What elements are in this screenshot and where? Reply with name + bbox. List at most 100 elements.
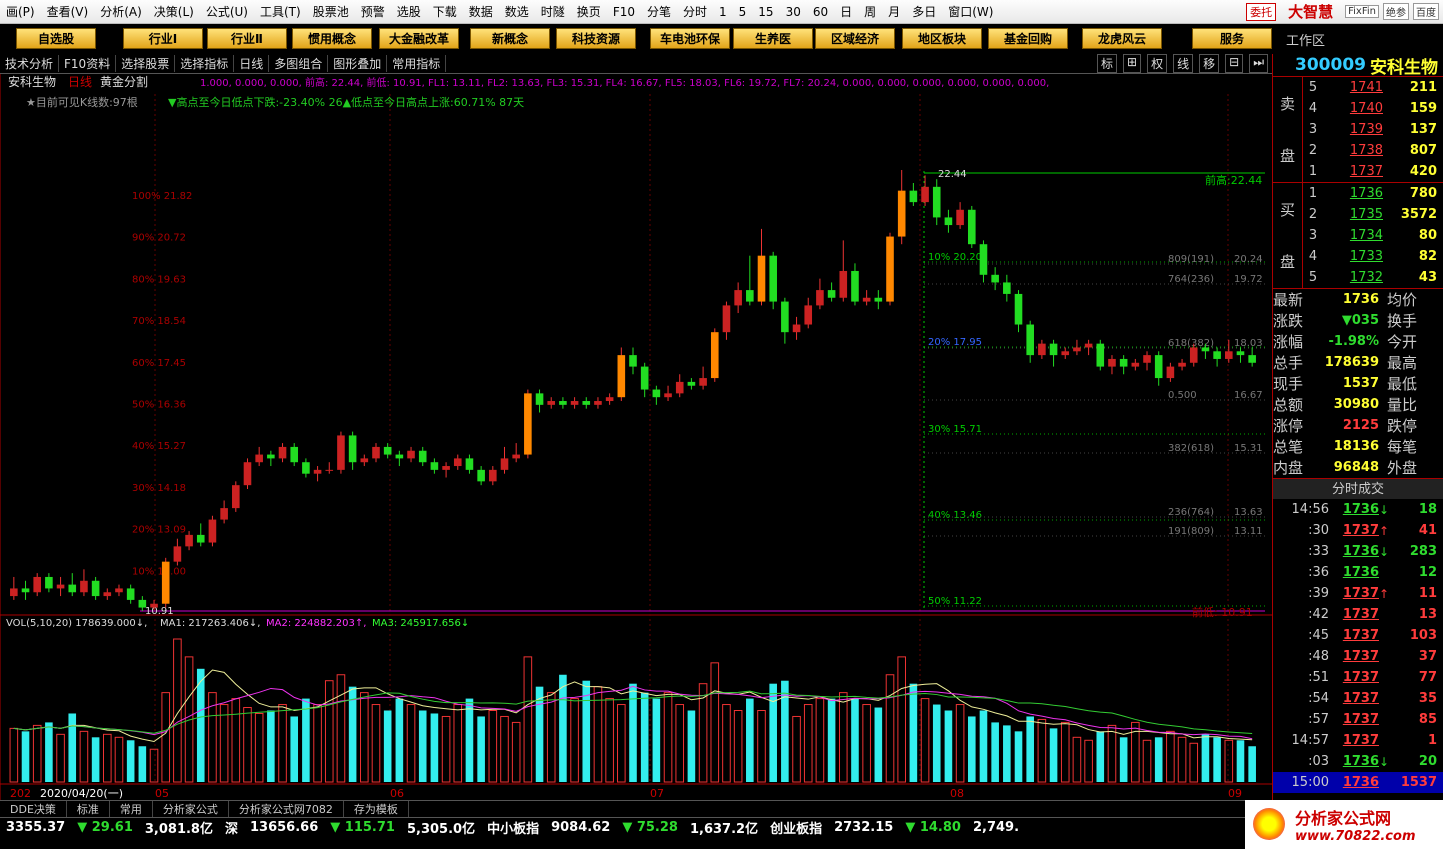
menu-item[interactable]: F10	[607, 5, 641, 19]
menu-item[interactable]: 60	[807, 5, 834, 19]
tick-row[interactable]: 14:57 1737 1	[1273, 730, 1443, 751]
menu-item[interactable]: 1	[713, 5, 733, 19]
toolbar-button[interactable]: 车电池环保	[650, 28, 730, 49]
menu-item[interactable]: 数据	[463, 3, 499, 20]
baidu-button[interactable]: 百度	[1413, 3, 1439, 20]
tick-row[interactable]: :54 1737 35	[1273, 688, 1443, 709]
bottom-tab[interactable]: 常用	[110, 801, 153, 817]
menu-item[interactable]: 分析(A)	[94, 3, 148, 20]
bottom-tab[interactable]: DDE决策	[0, 801, 67, 817]
toolbar-button[interactable]: 行业Ⅱ	[207, 28, 287, 49]
bottom-tab[interactable]: 标准	[67, 801, 110, 817]
subbar-item[interactable]: 多图组合	[269, 55, 329, 72]
tick-row[interactable]: :42 1737 13	[1273, 604, 1443, 625]
toolbar-button[interactable]: 基金回购	[988, 28, 1068, 49]
chart-tool-icon[interactable]: 标	[1097, 54, 1118, 73]
level-num: 2	[1308, 143, 1318, 158]
menu-item[interactable]: 分笔	[641, 3, 677, 20]
chart-tool-icon[interactable]: 移	[1199, 54, 1220, 73]
ticks-title[interactable]: 分时成交	[1273, 478, 1443, 499]
kline-chart-area[interactable]: 100% 21.82 90% 20.72 80% 19.63 70% 18.54 60%…	[0, 74, 1272, 800]
bottom-tab[interactable]: 存为模板	[344, 801, 409, 817]
menu-item[interactable]: 日	[834, 3, 858, 20]
subbar-item[interactable]: 技术分析	[0, 55, 60, 72]
menu-item[interactable]: 股票池	[307, 3, 355, 20]
tick-row[interactable]: :57 1737 85	[1273, 709, 1443, 730]
chart-tool-icon[interactable]: ⊞	[1123, 54, 1142, 73]
toolbar-button[interactable]: 区域经济	[815, 28, 895, 49]
subbar-item[interactable]: 日线	[234, 55, 270, 72]
toolbar-button[interactable]: 地区板块	[902, 28, 982, 49]
chart-tool-icon[interactable]: 线	[1173, 54, 1194, 73]
level-price[interactable]: 1736	[1323, 186, 1383, 201]
bottom-tab[interactable]: 分析家公式	[153, 801, 229, 817]
tick-row[interactable]: :03 1736 ↓ 20	[1273, 751, 1443, 772]
menu-item[interactable]: 公式(U)	[200, 3, 254, 20]
toolbar-button[interactable]: 服务	[1192, 28, 1272, 49]
level-price[interactable]: 1738	[1323, 143, 1383, 158]
volume-bar	[546, 692, 556, 783]
menu-item[interactable]: 月	[882, 3, 906, 20]
menu-item[interactable]: 多日	[906, 3, 942, 20]
menu-item[interactable]: 查看(V)	[41, 3, 95, 20]
tick-row[interactable]: :39 1737 ↑ 11	[1273, 583, 1443, 604]
menu-item[interactable]: 决策(L)	[148, 3, 200, 20]
menu-item[interactable]: 时隧	[535, 3, 571, 20]
subbar-item[interactable]: 选择指标	[175, 55, 235, 72]
menu-item[interactable]: 选股	[391, 3, 427, 20]
level-price[interactable]: 1739	[1323, 122, 1383, 137]
toolbar-button[interactable]: 龙虎风云	[1082, 28, 1162, 49]
menu-item[interactable]: 15	[752, 5, 779, 19]
tick-row[interactable]: :48 1737 37	[1273, 646, 1443, 667]
level-price[interactable]: 1734	[1323, 228, 1383, 243]
volume-bar	[1189, 742, 1199, 783]
subbar-item[interactable]: 图形叠加	[328, 55, 388, 72]
level-price[interactable]: 1741	[1323, 80, 1383, 95]
tick-row[interactable]: :45 1737 103	[1273, 625, 1443, 646]
toolbar-button[interactable]: 科技资源	[556, 28, 636, 49]
subbar-item[interactable]: 选择股票	[116, 55, 176, 72]
tick-row[interactable]: :30 1737 ↑ 41	[1273, 520, 1443, 541]
toolbar-button[interactable]: 新概念	[470, 28, 550, 49]
menu-item[interactable]: 分时	[677, 3, 713, 20]
menu-item[interactable]: 周	[858, 3, 882, 20]
tick-list[interactable]: 14:56 1736 ↓ 18:30 1737 ↑ 41:33 1736 ↓ 283:36 1736…	[1273, 499, 1443, 793]
bottom-tab[interactable]: 分析家公式网7082	[229, 801, 344, 817]
tick-row[interactable]: 14:56 1736 ↓ 18	[1273, 499, 1443, 520]
volume-bar	[815, 698, 825, 783]
entrust-button[interactable]: 委托	[1246, 2, 1277, 21]
chart-tool-icon[interactable]: ⊟	[1225, 54, 1244, 73]
menu-item[interactable]: 数选	[499, 3, 535, 20]
menu-item[interactable]: 换页	[571, 3, 607, 20]
level-price[interactable]: 1737	[1323, 164, 1383, 179]
kline-chart[interactable]: 100% 21.82 90% 20.72 80% 19.63 70% 18.54 60%…	[0, 74, 1272, 800]
workarea-label[interactable]: 工作区	[1286, 30, 1325, 49]
chart-tool-icon[interactable]: ⏭	[1249, 54, 1268, 73]
menu-item[interactable]: 预警	[355, 3, 391, 20]
menu-item[interactable]: 工具(T)	[254, 3, 307, 20]
tick-row[interactable]: :51 1737 77	[1273, 667, 1443, 688]
toolbar-button[interactable]: 大金融改革	[379, 28, 459, 49]
menu-item[interactable]: 窗口(W)	[942, 3, 999, 20]
menu-item[interactable]: 画(P)	[0, 3, 41, 20]
menu-item[interactable]: 下载	[427, 3, 463, 20]
level-price[interactable]: 1732	[1323, 270, 1383, 285]
tick-row[interactable]: 15:00 1736 1537	[1273, 772, 1443, 793]
chart-tool-icon[interactable]: 权	[1147, 54, 1168, 73]
subbar-item[interactable]: F10资料	[59, 55, 117, 72]
level-price[interactable]: 1735	[1323, 207, 1383, 222]
toolbar-button[interactable]: 惯用概念	[292, 28, 372, 49]
toolbar-button[interactable]: 自选股	[16, 28, 96, 49]
tick-row[interactable]: :36 1736 12	[1273, 562, 1443, 583]
tick-row[interactable]: :33 1736 ↓ 283	[1273, 541, 1443, 562]
toolbar-button[interactable]: 生养医	[733, 28, 813, 49]
param-button[interactable]: 绝参	[1383, 3, 1409, 20]
toolbar-button[interactable]: 行业Ⅰ	[123, 28, 203, 49]
menu-item[interactable]: 30	[780, 5, 807, 19]
level-price[interactable]: 1740	[1323, 101, 1383, 116]
fixfin-button[interactable]: FixFin	[1345, 5, 1379, 18]
menu-item[interactable]: 5	[733, 5, 753, 19]
subbar-item[interactable]: 常用指标	[387, 55, 447, 72]
level-price[interactable]: 1733	[1323, 249, 1383, 264]
candle-body	[465, 458, 474, 470]
